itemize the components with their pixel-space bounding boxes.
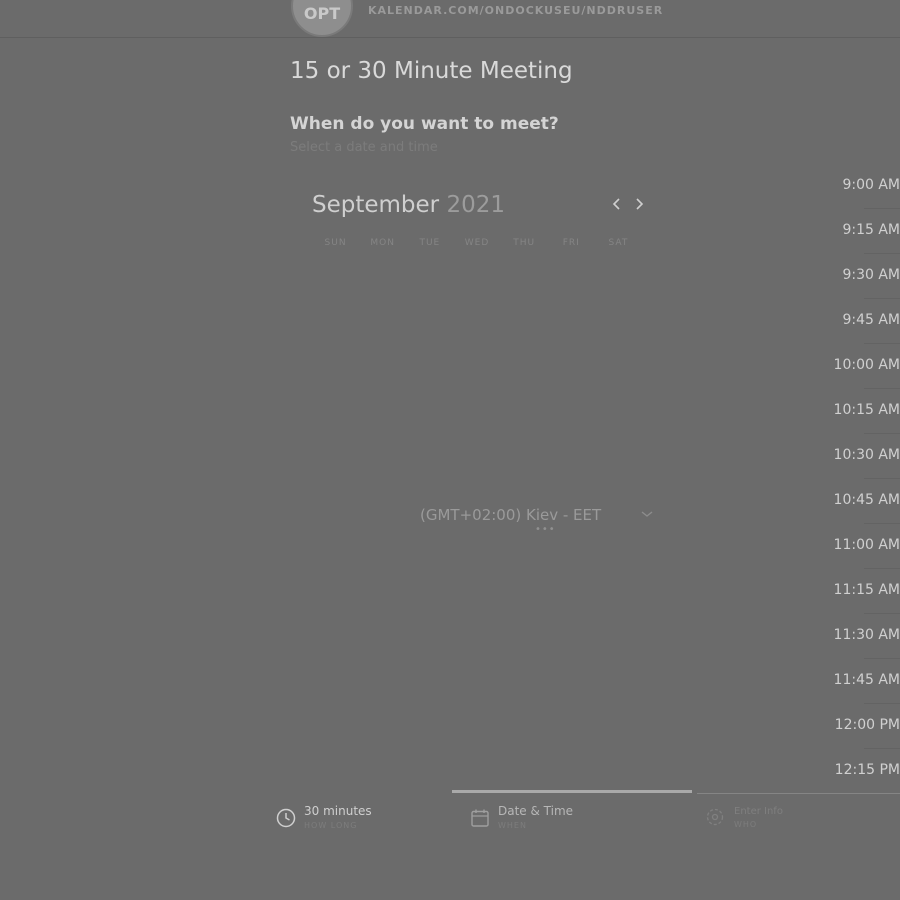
time-slot[interactable]: 10:30 AM (810, 434, 900, 479)
calendar-icon (470, 808, 490, 832)
weekday-mon: MON (370, 238, 395, 248)
next-month-button[interactable] (631, 196, 647, 216)
prompt-subtext: Select a date and time (290, 140, 438, 155)
chevron-left-icon (612, 198, 620, 210)
time-slot[interactable]: 9:30 AM (810, 254, 900, 299)
time-slot[interactable]: 11:00 AM (810, 524, 900, 569)
chevron-right-icon (636, 198, 644, 210)
chevron-down-icon (640, 508, 654, 522)
time-slot-list: 9:00 AM 9:15 AM 9:30 AM 9:45 AM 10:00 AM… (810, 164, 900, 794)
time-slot-label: 11:00 AM (833, 537, 900, 553)
timezone-label: (GMT+02:00) Kiev - EET (420, 506, 602, 524)
time-slot-label: 12:00 PM (834, 717, 900, 733)
time-slot[interactable]: 9:15 AM (810, 209, 900, 254)
time-slot[interactable]: 12:00 PM (810, 704, 900, 749)
prev-month-button[interactable] (609, 196, 625, 216)
time-slot-label: 10:15 AM (833, 402, 900, 418)
time-slot-label: 11:30 AM (833, 627, 900, 643)
time-slot[interactable]: 11:30 AM (810, 614, 900, 659)
event-title: 15 or 30 Minute Meeting (290, 58, 573, 84)
step-progress-remaining (697, 793, 900, 794)
booking-page: OPT KALENDAR.COM/ONDOCKUSEU/NDDRUSER 15 … (0, 0, 900, 900)
avatar: OPT (291, 0, 353, 37)
clock-icon (276, 808, 296, 832)
time-slot-label: 10:00 AM (833, 357, 900, 373)
time-slot[interactable]: 12:15 PM (810, 749, 900, 794)
weekday-sat: SAT (608, 238, 629, 248)
time-slot-label: 11:15 AM (833, 582, 900, 598)
step-duration[interactable]: 30 minutes HOW LONG (276, 802, 426, 842)
time-slot[interactable]: 10:00 AM (810, 344, 900, 389)
weekday-thu: THU (513, 238, 536, 248)
time-slot[interactable]: 10:15 AM (810, 389, 900, 434)
weekday-sun: SUN (324, 238, 347, 248)
step-enter-info[interactable]: Enter Info WHO (706, 802, 856, 842)
step-progress-bar (452, 790, 692, 793)
step-datetime-sub: WHEN (498, 821, 527, 830)
user-settings-icon (706, 808, 724, 830)
calendar-month: September (312, 192, 440, 218)
time-slot[interactable]: 11:15 AM (810, 569, 900, 614)
time-slot-label: 9:15 AM (842, 222, 900, 238)
weekday-header: SUN MON TUE WED THU FRI SAT (312, 238, 642, 248)
step-enter-title: Enter Info (734, 806, 783, 817)
time-slot-label: 10:45 AM (833, 492, 900, 508)
time-slot-label: 12:15 PM (834, 762, 900, 778)
time-slot-label: 9:00 AM (842, 177, 900, 193)
time-slot[interactable]: 9:00 AM (810, 164, 900, 209)
time-slot-label: 11:45 AM (833, 672, 900, 688)
time-slot[interactable]: 11:45 AM (810, 659, 900, 704)
time-slot-label: 9:45 AM (842, 312, 900, 328)
timezone-dots: ••• (535, 524, 556, 535)
step-enter-sub: WHO (734, 820, 758, 829)
step-datetime[interactable]: Date & Time WHEN (470, 802, 620, 842)
prompt-question: When do you want to meet? (290, 114, 559, 134)
step-duration-sub: HOW LONG (304, 821, 358, 830)
calendar-year: 2021 (446, 192, 505, 218)
step-duration-title: 30 minutes (304, 804, 372, 818)
weekday-fri: FRI (562, 238, 580, 248)
time-slot[interactable]: 9:45 AM (810, 299, 900, 344)
calendar-month-label: September 2021 (312, 192, 505, 218)
top-header: OPT KALENDAR.COM/ONDOCKUSEU/NDDRUSER (0, 0, 900, 38)
weekday-wed: WED (464, 238, 490, 248)
time-slot[interactable]: 10:45 AM (810, 479, 900, 524)
step-datetime-title: Date & Time (498, 804, 574, 818)
timezone-select[interactable]: (GMT+02:00) Kiev - EET ••• (420, 506, 660, 535)
time-slot-label: 9:30 AM (842, 267, 900, 283)
booking-url: KALENDAR.COM/ONDOCKUSEU/NDDRUSER (368, 4, 664, 17)
weekday-tue: TUE (419, 238, 441, 248)
time-slot-label: 10:30 AM (833, 447, 900, 463)
